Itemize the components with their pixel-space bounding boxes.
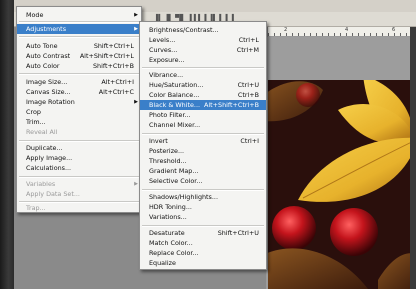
menu-item-duplicate[interactable]: Duplicate... <box>17 143 141 153</box>
separator <box>142 67 264 69</box>
menu-item-exposure[interactable]: Exposure... <box>140 55 266 65</box>
adjustments-submenu: Brightness/Contrast... Levels... Ctrl+L C… <box>139 21 267 270</box>
menu-item-gradient-map[interactable]: Gradient Map... <box>140 166 266 176</box>
menu-item-trim[interactable]: Trim... <box>17 117 141 127</box>
ruler-mark: 4 <box>345 27 349 33</box>
menu-item-hue-saturation[interactable]: Hue/Saturation... Ctrl+U <box>140 80 266 90</box>
submenu-arrow-icon: ▶ <box>134 181 138 187</box>
menu-item-apply-image[interactable]: Apply Image... <box>17 153 141 163</box>
menu-item-mode[interactable]: Mode ▶ <box>17 10 141 20</box>
menu-item-image-rotation[interactable]: Image Rotation ▶ <box>17 97 141 107</box>
separator <box>19 140 139 142</box>
menu-item-variations[interactable]: Variations... <box>140 212 266 222</box>
submenu-arrow-icon: ▶ <box>134 26 138 32</box>
photoshop-window: ▐▌ █ ▀█ ▐▐▐ ▌▐▌▐ ▌▐ 2 4 6 Mode ▶ Adjustm… <box>0 0 416 289</box>
menu-item-canvas-size[interactable]: Canvas Size... Alt+Ctrl+C <box>17 87 141 97</box>
ruler-mark: 2 <box>284 27 288 33</box>
ruler-mark: 6 <box>392 27 396 33</box>
separator <box>142 133 264 135</box>
menu-item-threshold[interactable]: Threshold... <box>140 156 266 166</box>
menu-item-vibrance[interactable]: Vibrance... <box>140 70 266 80</box>
menu-item-black-white[interactable]: Black & White... Alt+Shift+Ctrl+B <box>140 100 266 110</box>
menu-item-desaturate[interactable]: Desaturate Shift+Ctrl+U <box>140 228 266 238</box>
separator <box>19 176 139 178</box>
menu-item-match-color[interactable]: Match Color... <box>140 238 266 248</box>
menu-item-auto-tone[interactable]: Auto Tone Shift+Ctrl+L <box>17 41 141 51</box>
menu-item-reveal-all: Reveal All <box>26 128 58 136</box>
document-photo[interactable] <box>268 80 410 289</box>
menu-item-calculations[interactable]: Calculations... <box>17 163 141 173</box>
separator <box>19 36 139 38</box>
menu-item-posterize[interactable]: Posterize... <box>140 146 266 156</box>
menu-item-crop[interactable]: Crop <box>17 107 141 117</box>
ruler: 2 4 6 <box>268 27 410 37</box>
submenu-arrow-icon: ▶ <box>134 12 138 18</box>
panel-edge <box>410 27 416 289</box>
menu-item-selective-color[interactable]: Selective Color... <box>140 176 266 186</box>
menu-item-hdr-toning[interactable]: HDR Toning... <box>140 202 266 212</box>
menu-item-adjustments[interactable]: Adjustments ▶ <box>17 24 141 34</box>
menu-item-auto-contrast[interactable]: Auto Contrast Alt+Shift+Ctrl+L <box>17 51 141 61</box>
menu-item-curves[interactable]: Curves... Ctrl+M <box>140 45 266 55</box>
menu-item-replace-color[interactable]: Replace Color... <box>140 248 266 258</box>
separator <box>142 225 264 227</box>
image-menu: Mode ▶ Adjustments ▶ Auto Tone Shift+Ctrl+L… <box>16 6 142 213</box>
menu-item-color-balance[interactable]: Color Balance... Ctrl+B <box>140 90 266 100</box>
separator <box>19 73 139 75</box>
menu-item-brightness-contrast[interactable]: Brightness/Contrast... <box>140 25 266 35</box>
separator <box>142 189 264 191</box>
menu-item-invert[interactable]: Invert Ctrl+I <box>140 136 266 146</box>
menu-item-equalize[interactable]: Equalize <box>140 258 266 268</box>
menu-item-channel-mixer[interactable]: Channel Mixer... <box>140 120 266 130</box>
menu-item-trap: Trap... <box>26 204 46 212</box>
separator <box>19 21 139 23</box>
menu-item-image-size[interactable]: Image Size... Alt+Ctrl+I <box>17 77 141 87</box>
menu-item-levels[interactable]: Levels... Ctrl+L <box>140 35 266 45</box>
menu-item-shadows-highlights[interactable]: Shadows/Highlights... <box>140 192 266 202</box>
submenu-arrow-icon: ▶ <box>134 99 138 105</box>
photo-leaves-berries <box>268 80 410 289</box>
menu-item-photo-filter[interactable]: Photo Filter... <box>140 110 266 120</box>
menu-item-variables: Variables ▶ <box>26 180 138 188</box>
menu-item-auto-color[interactable]: Auto Color Shift+Ctrl+B <box>17 61 141 71</box>
menu-item-apply-data-set: Apply Data Set... <box>26 190 80 198</box>
background-panel <box>0 0 14 289</box>
